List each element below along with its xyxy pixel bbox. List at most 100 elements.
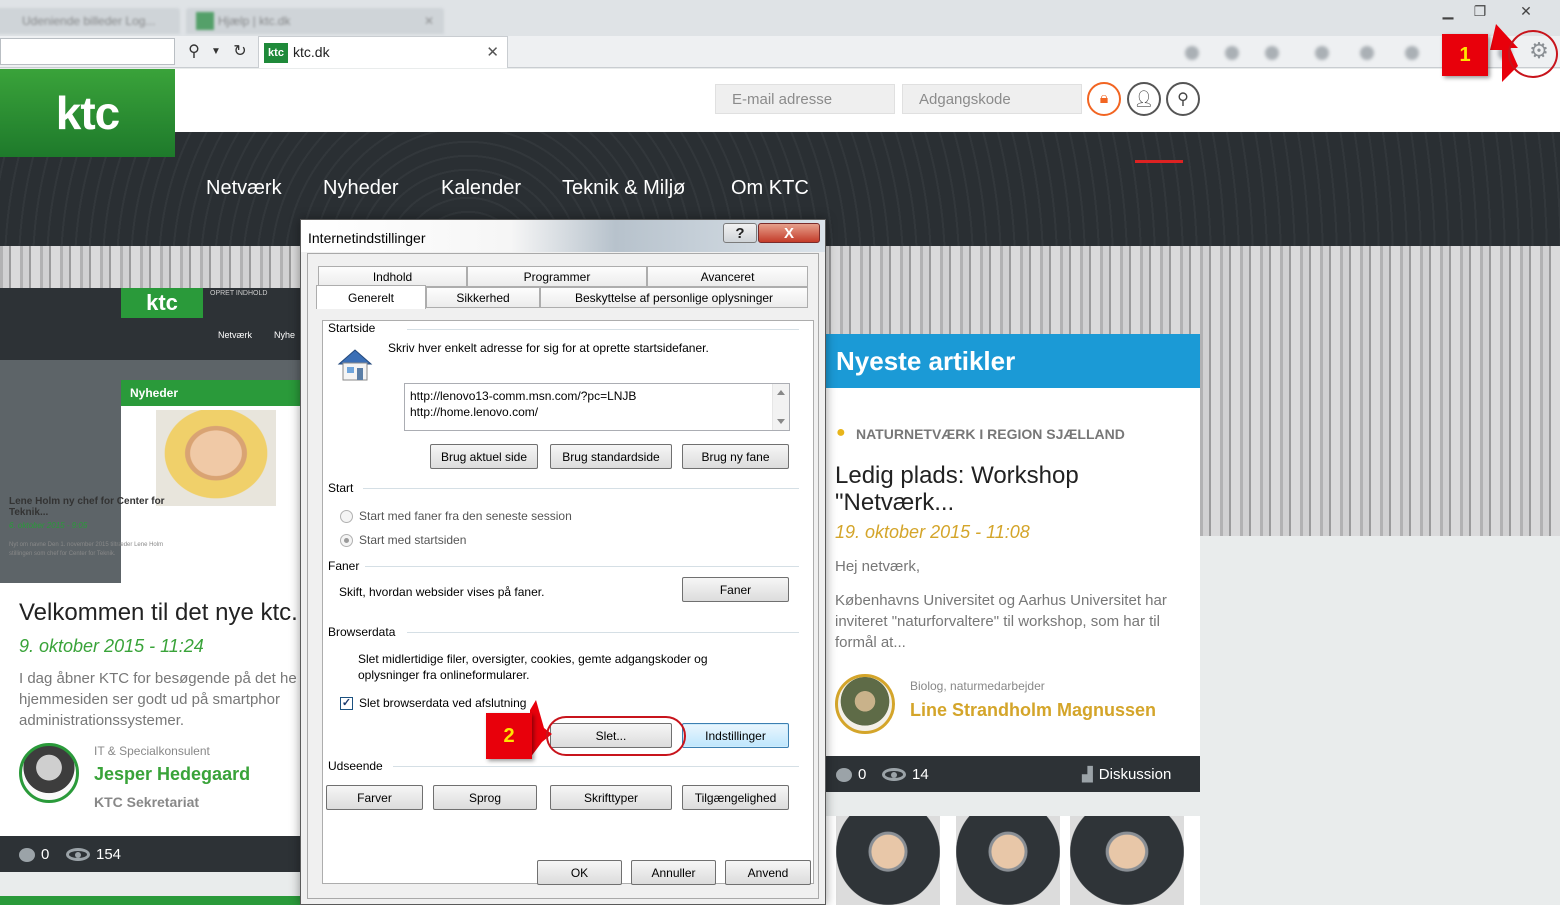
- radio-last-session[interactable]: [340, 510, 353, 523]
- comment-count: 0: [836, 766, 866, 783]
- article-card-right[interactable]: Nyeste artikler ● NATURNETVÆRK I REGION …: [826, 334, 1200, 789]
- refresh-icon[interactable]: ↻: [229, 40, 251, 62]
- discussion-link[interactable]: ▟ Diskussion: [1082, 766, 1171, 783]
- homepage-urls-input[interactable]: http://lenovo13-comm.msn.com/?pc=LNJB ht…: [404, 383, 790, 431]
- mini-nav: Nyhe: [274, 330, 296, 340]
- search-icon[interactable]: ⚲: [183, 40, 205, 62]
- homepage-url: http://lenovo13-comm.msn.com/?pc=LNJB: [410, 389, 637, 403]
- scroll-down-icon[interactable]: [777, 419, 785, 424]
- toolbar-icon[interactable]: [1405, 46, 1419, 60]
- toolbar-icon[interactable]: [1185, 46, 1199, 60]
- toolbar-icon[interactable]: [1225, 46, 1239, 60]
- article-title[interactable]: Velkommen til det nye ktc.: [19, 599, 298, 627]
- search-icon[interactable]: ⚲: [1166, 82, 1200, 116]
- browser-tab-active[interactable]: ktc ktc.dk ✕: [258, 36, 508, 68]
- accessibility-button[interactable]: Tilgængelighed: [682, 785, 789, 810]
- article-card-left[interactable]: ktc OPRET INDHOLD Netværk Nyhe Nyheder L…: [0, 288, 300, 836]
- close-icon[interactable]: ✕: [424, 14, 434, 28]
- use-current-page-button[interactable]: Brug aktuel side: [430, 444, 538, 469]
- article-image: ktc OPRET INDHOLD Netværk Nyhe Nyheder L…: [0, 288, 300, 583]
- mini-article-text: Nyt om navne Den 1. november 2015 tiltræ…: [9, 542, 164, 557]
- scrollbar[interactable]: [772, 384, 789, 430]
- article-excerpt: I dag åbner KTC for besøgende på det he …: [19, 668, 297, 731]
- minimize-button[interactable]: ▁: [1430, 0, 1466, 22]
- scroll-up-icon[interactable]: [777, 390, 785, 395]
- tab-avanceret[interactable]: Avanceret: [647, 266, 808, 287]
- view-count: 14: [882, 766, 929, 783]
- toolbar-icon[interactable]: [1265, 46, 1279, 60]
- view-value: 154: [96, 846, 122, 863]
- group-divider: [363, 566, 799, 567]
- colors-button[interactable]: Farver: [326, 785, 423, 810]
- use-default-page-button[interactable]: Brug standardside: [550, 444, 672, 469]
- avatar[interactable]: [835, 674, 895, 734]
- group-label-start: Start: [328, 481, 360, 495]
- toolbar-icon[interactable]: [1360, 46, 1374, 60]
- cancel-button[interactable]: Annuller: [631, 860, 716, 885]
- group-divider: [407, 632, 799, 633]
- help-button[interactable]: ?: [723, 223, 757, 243]
- browser-tab-blurred[interactable]: Udeniende billeder Log...: [0, 8, 180, 34]
- browsing-data-settings-button[interactable]: Indstillinger: [682, 723, 789, 748]
- password-field[interactable]: Adgangskode: [902, 84, 1082, 114]
- delete-on-exit-checkbox[interactable]: ✓: [340, 697, 353, 710]
- annotation-ring-2: [546, 716, 686, 756]
- article-category[interactable]: NATURNETVÆRK I REGION SJÆLLAND: [856, 426, 1125, 442]
- tabs-settings-button[interactable]: Faner: [682, 577, 789, 602]
- mini-article-title: Lene Holm ny chef for Center for Teknik.…: [9, 496, 165, 518]
- apply-button[interactable]: Anvend: [725, 860, 811, 885]
- browser-tab-blurred[interactable]: Hjælp | ktc.dk ✕: [186, 8, 444, 34]
- dialog-titlebar[interactable]: Internetindstillinger ? X: [301, 220, 825, 252]
- author-name[interactable]: Jesper Hedegaard: [94, 764, 250, 785]
- ok-button[interactable]: OK: [537, 860, 622, 885]
- excerpt-line: I dag åbner KTC for besøgende på det he: [19, 670, 297, 687]
- person-photo[interactable]: [836, 816, 940, 905]
- eye-icon: [66, 848, 90, 861]
- eye-icon: [882, 768, 906, 781]
- avatar[interactable]: [19, 743, 79, 803]
- tab-programmer[interactable]: Programmer: [467, 266, 647, 287]
- fonts-button[interactable]: Skrifttyper: [550, 785, 672, 810]
- nav-item-nyheder[interactable]: Nyheder: [323, 177, 399, 200]
- tab-generelt[interactable]: Generelt: [316, 285, 426, 309]
- nav-item-teknik-miljo[interactable]: Teknik & Miljø: [562, 177, 685, 200]
- tab-title: Hjælp | ktc.dk: [218, 14, 291, 28]
- address-bar[interactable]: [0, 38, 175, 65]
- view-count: 154: [66, 846, 121, 863]
- nav-item-kalender[interactable]: Kalender: [441, 177, 521, 200]
- tab-indhold[interactable]: Indhold: [318, 266, 467, 287]
- tab-beskyttelse[interactable]: Beskyttelse af personlige oplysninger: [540, 287, 808, 308]
- nav-item-netvaerk[interactable]: Netværk: [206, 177, 282, 200]
- email-field[interactable]: E-mail adresse: [715, 84, 895, 114]
- languages-button[interactable]: Sprog: [433, 785, 537, 810]
- restore-button[interactable]: ❐: [1462, 0, 1498, 22]
- mini-nav: Netværk: [218, 330, 253, 340]
- tab-title: Udeniende billeder Log...: [22, 14, 156, 28]
- close-button[interactable]: X: [758, 223, 820, 243]
- comment-icon: [19, 847, 35, 862]
- comment-value: 0: [858, 766, 867, 783]
- homepage-url: http://home.lenovo.com/: [410, 405, 539, 419]
- article-title[interactable]: Ledig plads: Workshop "Netværk...: [835, 462, 1195, 516]
- add-user-icon[interactable]: 👤︎: [1127, 82, 1161, 116]
- internet-options-dialog: Internetindstillinger ? X Indhold Progra…: [300, 219, 826, 905]
- author-name[interactable]: Line Strandholm Magnussen: [910, 700, 1156, 721]
- portrait-image: [156, 410, 276, 506]
- person-photo[interactable]: [1070, 816, 1184, 905]
- comment-icon: [836, 767, 852, 782]
- green-strip: [0, 896, 300, 905]
- use-new-tab-button[interactable]: Brug ny fane: [682, 444, 789, 469]
- site-logo[interactable]: ktc: [0, 69, 175, 157]
- section-heading: Nyeste artikler: [826, 334, 1200, 388]
- close-tab-icon[interactable]: ✕: [486, 43, 499, 61]
- tab-sikkerhed[interactable]: Sikkerhed: [426, 287, 540, 308]
- close-window-button[interactable]: ✕: [1508, 0, 1544, 22]
- chevron-down-icon[interactable]: ▼: [205, 40, 227, 62]
- favicon-icon: [196, 12, 214, 30]
- dialog-body: Indhold Programmer Avanceret Generelt Si…: [307, 253, 819, 899]
- lock-icon[interactable]: 🔒︎: [1087, 82, 1121, 116]
- radio-start-page[interactable]: [340, 534, 353, 547]
- toolbar-icon[interactable]: [1315, 46, 1329, 60]
- person-photo[interactable]: [956, 816, 1060, 905]
- nav-item-om-ktc[interactable]: Om KTC: [731, 177, 809, 200]
